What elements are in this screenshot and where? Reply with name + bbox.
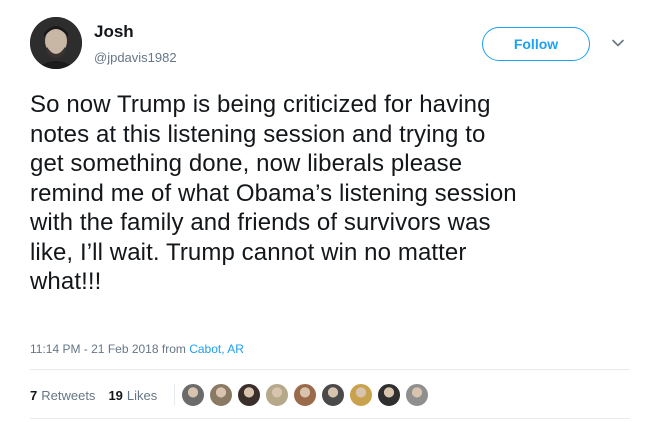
- liker-avatar[interactable]: [293, 383, 318, 407]
- liker-avatars: [181, 383, 433, 407]
- liker-avatar[interactable]: [265, 383, 290, 407]
- follow-button[interactable]: Follow: [482, 27, 590, 61]
- liker-avatar[interactable]: [405, 383, 430, 407]
- liker-avatar[interactable]: [209, 383, 234, 407]
- from-label: from: [161, 342, 186, 356]
- tweet-text-line: with the family and friends of survivors…: [30, 209, 491, 236]
- tweet-timestamp[interactable]: 11:14 PM - 21 Feb 2018: [30, 342, 159, 356]
- stats-divider: [174, 384, 176, 406]
- tweet-metadata: 11:14 PM - 21 Feb 2018 from Cabot, AR: [30, 342, 244, 356]
- tweet-text-line: get something done, now liberals please: [30, 150, 463, 177]
- divider: [30, 369, 630, 370]
- tweet-text-line: what!!!: [30, 268, 102, 295]
- tweet-text-line: remind me of what Obama’s listening sess…: [30, 179, 517, 207]
- liker-avatar[interactable]: [237, 383, 262, 407]
- likes-count: 19: [108, 387, 123, 403]
- likes-stat[interactable]: 19 Likes: [108, 388, 157, 403]
- avatar[interactable]: [30, 17, 82, 69]
- divider: [30, 418, 630, 419]
- tweet-text-line: So now Trump is being criticized for hav…: [30, 91, 491, 118]
- avatar-image: [30, 17, 82, 69]
- tweet-text-line: notes at this listening session and tryi…: [30, 120, 486, 148]
- liker-avatar[interactable]: [377, 383, 402, 407]
- liker-avatar[interactable]: [321, 383, 346, 407]
- retweets-label: Retweets: [41, 387, 96, 403]
- tweet-location-link[interactable]: Cabot, AR: [189, 342, 244, 356]
- display-name[interactable]: Josh: [94, 22, 134, 42]
- tweet-card: Josh @jpdavis1982 Follow So now Trump is…: [0, 0, 650, 422]
- chevron-down-icon[interactable]: [611, 36, 625, 50]
- likes-label: Likes: [126, 387, 158, 403]
- retweets-stat[interactable]: 7 Retweets: [30, 388, 95, 403]
- user-handle[interactable]: @jpdavis1982: [94, 50, 177, 65]
- tweet-stats: 7 Retweets 19 Likes: [30, 378, 433, 412]
- tweet-text: So now Trump is being criticized for hav…: [30, 90, 630, 297]
- liker-avatar[interactable]: [181, 383, 206, 407]
- liker-avatar[interactable]: [349, 383, 374, 407]
- retweets-count: 7: [30, 387, 38, 403]
- tweet-text-line: like, I’ll wait. Trump cannot win no mat…: [30, 238, 467, 266]
